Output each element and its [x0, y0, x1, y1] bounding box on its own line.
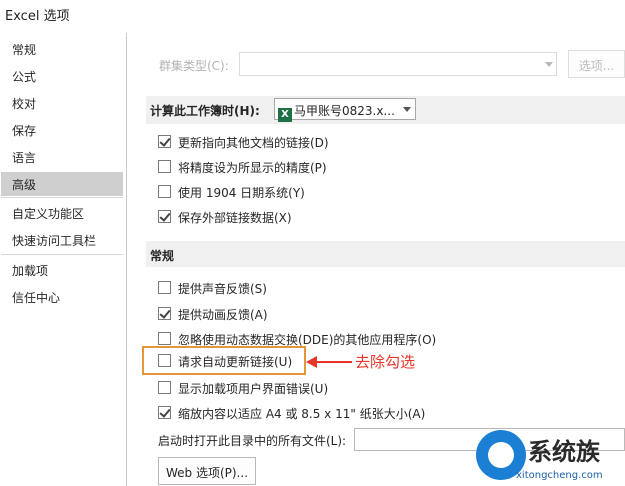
calc-section-title: 计算此工作簿时(H): [150, 104, 260, 118]
sidebar-item-trust-center[interactable]: 信任中心 [1, 285, 123, 309]
chevron-down-icon [403, 107, 411, 112]
sidebar-divider [1, 197, 123, 198]
watermark-brand: 系统族 [528, 438, 600, 466]
general-section-title: 常规 [150, 249, 175, 263]
cluster-type-combo[interactable] [239, 52, 557, 76]
animation-feedback-label: 提供动画反馈(A) [178, 308, 268, 322]
update-links-checkbox[interactable] [158, 135, 171, 148]
options-content: 群集类型(C): 选项... 计算此工作簿时(H): X 马甲账号0823.x..… [128, 33, 625, 486]
cluster-type-label: 群集类型(C): [159, 59, 229, 73]
precision-as-displayed-checkbox[interactable] [158, 160, 171, 173]
startup-folder-label: 启动时打开此目录中的所有文件(L): [158, 434, 347, 448]
sound-feedback-checkbox[interactable] [158, 281, 171, 294]
show-addin-errors-checkbox[interactable] [158, 381, 171, 394]
site-watermark: 系统族 xitongcheng.com [476, 430, 625, 486]
sidebar-item-general[interactable]: 常规 [1, 37, 123, 61]
options-sidebar: 常规 公式 校对 保存 语言 高级 自定义功能区 快速访问工具栏 加载项 信任中… [0, 33, 127, 486]
watermark-url: xitongcheng.com [516, 470, 603, 481]
update-links-label: 更新指向其他文档的链接(D) [178, 136, 329, 150]
sound-feedback-label: 提供声音反馈(S) [178, 282, 267, 296]
annotation-text: 去除勾选 [355, 353, 416, 371]
chevron-down-icon [545, 62, 553, 67]
sidebar-item-advanced[interactable]: 高级 [1, 172, 123, 196]
sidebar-item-proofing[interactable]: 校对 [1, 91, 123, 115]
date-1904-label: 使用 1904 日期系统(Y) [178, 186, 305, 200]
sidebar-item-language[interactable]: 语言 [1, 145, 123, 169]
save-external-link-values-checkbox[interactable] [158, 210, 171, 223]
date-1904-checkbox[interactable] [158, 185, 171, 198]
show-addin-errors-label: 显示加载项用户界面错误(U) [178, 382, 329, 396]
sidebar-item-addins[interactable]: 加载项 [1, 258, 123, 282]
precision-as-displayed-label: 将精度设为所显示的精度(P) [178, 161, 327, 175]
animation-feedback-checkbox[interactable] [158, 307, 171, 320]
ignore-dde-checkbox[interactable] [158, 332, 171, 345]
web-options-button[interactable]: Web 选项(P)... [158, 457, 256, 485]
sidebar-item-customize-ribbon[interactable]: 自定义功能区 [1, 201, 123, 225]
window-title: Excel 选项 [5, 9, 70, 24]
scale-to-a4-label: 缩放内容以适应 A4 或 8.5 x 11" 纸张大小(A) [178, 407, 426, 421]
workbook-select-value: 马甲账号0823.x... [294, 104, 395, 118]
save-external-link-values-label: 保存外部链接数据(X) [178, 211, 292, 225]
general-section-header: 常规 [146, 241, 625, 267]
sidebar-divider [1, 254, 123, 255]
scale-to-a4-checkbox[interactable] [158, 406, 171, 419]
sidebar-item-quick-access-toolbar[interactable]: 快速访问工具栏 [1, 228, 123, 252]
excel-file-icon: X [278, 108, 292, 122]
sidebar-item-formulas[interactable]: 公式 [1, 64, 123, 88]
sidebar-item-save[interactable]: 保存 [1, 118, 123, 142]
annotation-highlight-box [142, 346, 306, 375]
annotation-arrow-icon [306, 356, 352, 368]
cluster-options-button[interactable]: 选项... [568, 50, 625, 78]
workbook-select[interactable]: X 马甲账号0823.x... [274, 98, 416, 122]
